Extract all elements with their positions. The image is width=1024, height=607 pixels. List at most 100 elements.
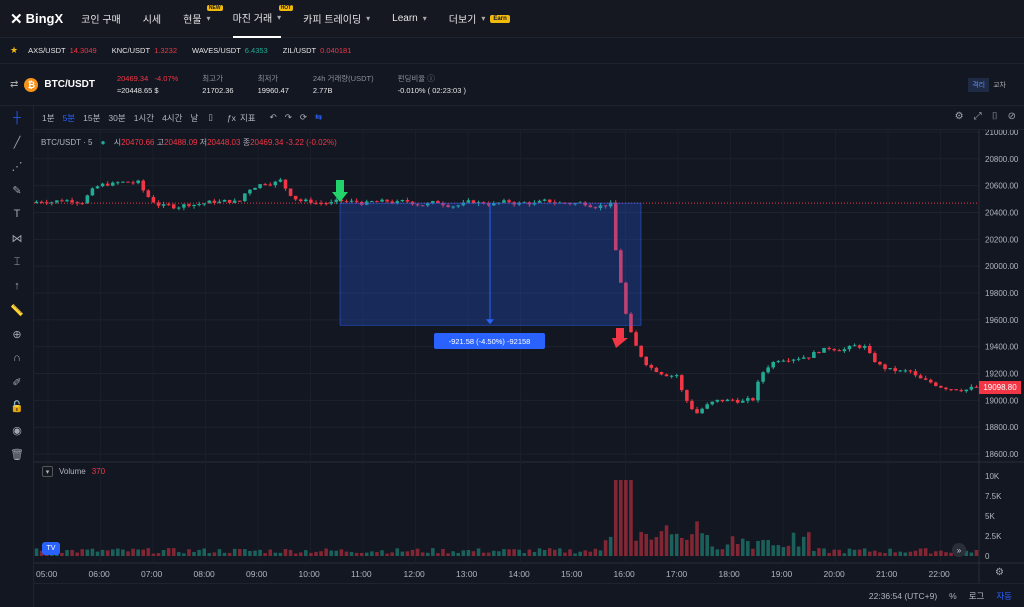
volume-bar xyxy=(126,551,130,556)
volume-bar xyxy=(497,551,501,556)
fullscreen-icon[interactable]: ⤢ xyxy=(974,111,982,122)
candle-body xyxy=(95,186,100,189)
nav-item-spot[interactable]: 현물 NEW ▾ xyxy=(183,0,223,38)
volume-bar xyxy=(151,553,156,556)
stay-in-drawing-icon[interactable]: ✐ xyxy=(0,370,34,394)
measure-label: -921.58 (-4.50%) -92158 xyxy=(434,333,545,349)
pattern-icon[interactable]: ⋈ xyxy=(0,226,34,250)
candle-body xyxy=(659,372,664,375)
eye-icon[interactable]: ◉ xyxy=(0,418,34,442)
compare-icon[interactable]: ⇆ xyxy=(315,112,322,123)
swap-icon[interactable]: ⇄ xyxy=(10,79,18,90)
candle-body xyxy=(680,375,684,391)
indicators-button[interactable]: 지표 xyxy=(240,112,256,124)
volume-bar xyxy=(664,525,669,556)
candle-body xyxy=(969,386,974,390)
indicators-icon[interactable]: ƒx xyxy=(227,113,236,123)
settings-icon[interactable]: ⚙ xyxy=(955,111,964,122)
volume-bar xyxy=(827,552,831,556)
camera-icon[interactable]: ⌷ xyxy=(992,111,998,122)
interval-1h[interactable]: 1시간 xyxy=(134,112,154,124)
chart-type-icon[interactable]: ▯ xyxy=(208,112,213,123)
undo-icon[interactable]: ↶ xyxy=(270,112,277,123)
ticker-item[interactable]: KNC/USDT 1.3232 xyxy=(112,46,177,55)
interval-day[interactable]: 날 xyxy=(190,112,198,124)
alert-icon[interactable]: ⊘ xyxy=(1008,111,1016,122)
ticker-item[interactable]: ZIL/USDT 0.040181 xyxy=(283,46,352,55)
zoom-in-icon[interactable]: ⊕ xyxy=(0,322,34,346)
volume-axis-label: 10K xyxy=(985,472,1000,481)
trend-line-icon[interactable]: ╱ xyxy=(0,130,34,154)
interval-1m[interactable]: 1분 xyxy=(42,112,55,124)
ticker-item[interactable]: WAVES/USDT 6.4353 xyxy=(192,46,268,55)
arrow-up-icon[interactable]: ↑ xyxy=(0,274,34,298)
candle-body xyxy=(705,404,709,409)
volume-bar xyxy=(552,549,557,556)
cross-mode-button[interactable]: 교차 xyxy=(989,78,1010,92)
star-icon[interactable]: ★ xyxy=(10,45,18,56)
redo-icon[interactable]: ↷ xyxy=(285,112,292,123)
nav-item-more[interactable]: 더보기 ▾ Earn xyxy=(449,0,510,38)
ruler-icon[interactable]: 📏 xyxy=(0,298,34,322)
volume-bar xyxy=(481,552,486,556)
tradingview-logo-icon[interactable]: TV xyxy=(42,542,60,555)
time-axis-label: 10:00 xyxy=(298,569,320,579)
volume-bar xyxy=(156,553,161,556)
auto-toggle[interactable]: 자동 xyxy=(996,590,1012,602)
fib-icon[interactable]: ⋰ xyxy=(0,154,34,178)
ticker-item[interactable]: AXS/USDT 14.3049 xyxy=(28,46,97,55)
nav-item-margin[interactable]: 마진 거래 HOT ▾ xyxy=(232,0,294,38)
candle-body xyxy=(502,200,506,203)
axis-settings-icon[interactable]: ⚙ xyxy=(995,567,1004,578)
nav-label: Learn xyxy=(392,13,418,24)
clock: 22:36:54 (UTC+9) xyxy=(868,590,938,601)
candle-body xyxy=(237,200,242,202)
volume-bar xyxy=(832,549,836,556)
collapse-icon[interactable]: ▾ xyxy=(42,466,53,477)
interval-5m[interactable]: 5분 xyxy=(63,112,76,124)
nav-item-learn[interactable]: Learn ▾ xyxy=(392,0,427,38)
text-icon[interactable]: T xyxy=(0,202,34,226)
nav-item-markets[interactable]: 시세 xyxy=(143,0,161,38)
volume-bar xyxy=(334,550,339,556)
magnet-icon[interactable]: ∩ xyxy=(0,346,34,370)
candle-body xyxy=(873,353,877,362)
log-toggle[interactable]: 로그 xyxy=(969,590,985,602)
lock-icon[interactable]: 🔓 xyxy=(0,394,34,418)
scroll-to-realtime-button[interactable]: » xyxy=(952,543,966,557)
isolated-mode-button[interactable]: 격리 xyxy=(968,78,990,92)
candle-body xyxy=(730,399,735,401)
trash-icon[interactable]: 🗑 xyxy=(0,442,34,466)
reset-icon[interactable]: ⟳ xyxy=(300,112,307,123)
candle-body xyxy=(751,398,755,401)
candle-body xyxy=(857,345,862,348)
interval-30m[interactable]: 30분 xyxy=(108,112,125,124)
percent-toggle[interactable]: % xyxy=(949,591,957,601)
volume-value: 370 xyxy=(91,467,106,476)
brush-icon[interactable]: ✎ xyxy=(0,178,34,202)
price-chart[interactable]: 21000.00 20800.00 20600.00 20400.00 20200.00… xyxy=(34,130,1024,607)
candle-body xyxy=(888,368,892,370)
candle-body xyxy=(746,398,750,401)
price-axis-label: 20400.00 xyxy=(985,209,1019,218)
volume-bar xyxy=(212,552,217,556)
nav-item-buy-crypto[interactable]: 코인 구매 xyxy=(81,0,121,38)
candle-body xyxy=(212,200,217,203)
brand-logo[interactable]: ✕ BingX xyxy=(10,10,63,28)
volume-bar xyxy=(202,548,206,556)
interval-15m[interactable]: 15분 xyxy=(83,112,100,124)
time-axis[interactable]: 05:00 06:00 07:00 08:00 09:00 10:00 11:00 12:00… xyxy=(34,563,979,583)
volume-bar xyxy=(613,480,618,556)
nav-item-copy-trading[interactable]: 카피 트레이딩 ▾ xyxy=(303,0,370,38)
candle-body xyxy=(944,387,948,390)
volume-bar xyxy=(258,549,262,556)
prediction-icon[interactable]: ⌶ xyxy=(0,250,34,274)
pair-symbol[interactable]: BTC/USDT xyxy=(44,79,95,90)
candle-body xyxy=(116,182,120,184)
interval-4h[interactable]: 4시간 xyxy=(162,112,182,124)
volume-bar xyxy=(304,550,308,556)
candle-body xyxy=(55,200,59,203)
candle-body xyxy=(177,207,181,209)
crosshair-icon[interactable]: ┼ xyxy=(0,106,34,130)
candle-body xyxy=(65,200,69,202)
